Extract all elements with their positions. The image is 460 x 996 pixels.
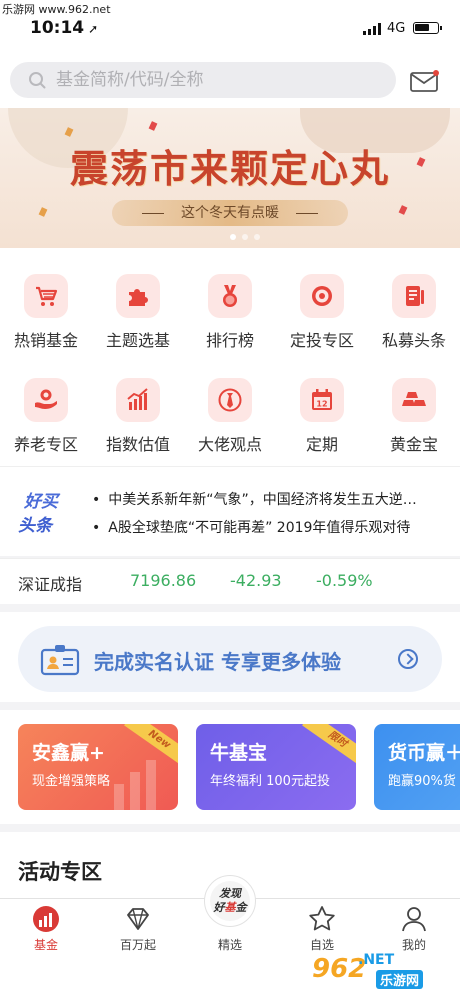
- grid-label: 指数估值: [105, 435, 170, 454]
- watermark-net: .NET: [358, 952, 395, 968]
- clock-time: 10:14: [30, 18, 85, 38]
- product-subtitle: 现金增强策略: [32, 774, 111, 789]
- banner-pagination: [230, 234, 260, 240]
- product-subtitle: 跑赢90%货: [388, 774, 456, 789]
- grid-label: 热销基金: [13, 331, 78, 350]
- battery-icon: [413, 22, 442, 34]
- confetti-shape: [38, 207, 48, 217]
- grid-label: 黄金宝: [389, 435, 438, 454]
- news-item[interactable]: A股全球垫底“不可能再差” 2019年值得乐观对待: [92, 517, 452, 537]
- tab-million[interactable]: 百万起: [92, 899, 184, 957]
- star-icon: [309, 906, 335, 931]
- diamond-icon: [127, 908, 149, 930]
- grid-item-private-news[interactable]: 私募头条: [368, 274, 460, 364]
- signal-icon: [363, 23, 381, 35]
- banner-subtitle: 这个冬天有点暖: [112, 200, 348, 226]
- page-dot: [254, 234, 260, 240]
- watermark-site: 乐游网: [376, 970, 424, 989]
- grid-item-pension[interactable]: 养老专区: [0, 378, 92, 468]
- search-icon: [29, 72, 46, 89]
- tab-label: 基金: [33, 938, 58, 952]
- page-dot: [230, 234, 236, 240]
- calendar-icon: 12: [300, 378, 344, 422]
- fund-chart-icon: [33, 906, 59, 932]
- app-screen: 乐游网 www.962.net 10:14➚ 4G 震荡市来颗定心丸 这个冬天有…: [0, 0, 460, 996]
- index-value: 7196.86: [130, 571, 197, 590]
- index-percent: -0.59%: [316, 571, 373, 590]
- search-box[interactable]: [10, 62, 396, 98]
- grid-item-hot-funds[interactable]: 热销基金: [0, 274, 92, 364]
- id-card-icon: [40, 645, 80, 676]
- grid-label: 排行榜: [205, 331, 254, 350]
- product-subtitle: 年终福利 100元起投: [210, 774, 330, 789]
- tab-fund[interactable]: 基金: [0, 899, 92, 957]
- location-arrow-icon: ➚: [88, 22, 99, 36]
- function-grid: 热销基金 主题选基 排行榜 定投专区 私募头条 养老专区 指数估值 大佬观点 1…: [0, 248, 460, 466]
- grid-item-index-valuation[interactable]: 指数估值: [92, 378, 184, 468]
- product-card[interactable]: 牛基宝 年终福利 100元起投 限时: [196, 724, 356, 810]
- page-dot: [242, 234, 248, 240]
- product-badge: 限时: [302, 724, 356, 768]
- target-icon: [300, 274, 344, 318]
- tab-label: 百万起: [119, 938, 156, 952]
- market-index[interactable]: 深证成指 7196.86 -42.93 -0.59%: [0, 558, 460, 604]
- arrow-right-icon: [398, 649, 418, 669]
- verify-button[interactable]: 完成实名认证 专享更多体验: [18, 626, 442, 692]
- grid-item-ranking[interactable]: 排行榜: [184, 274, 276, 364]
- puzzle-icon: [116, 274, 160, 318]
- banner-title: 震荡市来颗定心丸: [69, 146, 390, 191]
- grid-item-fixed-term[interactable]: 12 定期: [276, 378, 368, 468]
- gold-bar-icon: [392, 378, 436, 422]
- grid-label: 定投专区: [289, 331, 354, 350]
- section-title: 活动专区: [18, 860, 102, 884]
- tab-label: 精选: [217, 938, 242, 952]
- index-change: -42.93: [230, 571, 282, 590]
- news-logo: 好买 头条: [14, 483, 72, 541]
- grid-item-gold[interactable]: 黄金宝: [368, 378, 460, 468]
- promo-banner[interactable]: 震荡市来颗定心丸 这个冬天有点暖: [0, 108, 460, 248]
- grid-item-fixed-invest[interactable]: 定投专区: [276, 274, 368, 364]
- product-title: 安鑫赢+: [32, 742, 105, 764]
- grid-item-expert-views[interactable]: 大佬观点: [184, 378, 276, 468]
- confetti-shape: [148, 121, 158, 131]
- product-card[interactable]: 安鑫赢+ 现金增强策略 New: [18, 724, 178, 810]
- clock: 10:14 ➚: [30, 18, 98, 38]
- cart-icon: [24, 274, 68, 318]
- site-watermark: 962 .NET 乐游网: [312, 948, 454, 990]
- news-logo-line2: 头条: [18, 516, 52, 536]
- tab-featured[interactable]: 精选: [184, 899, 276, 957]
- calendar-day: 12: [316, 400, 327, 409]
- news-item[interactable]: 中美关系新年新“气象”，中国经济将发生五大逆…: [92, 489, 452, 509]
- document-icon: [392, 274, 436, 318]
- verify-text: 完成实名认证 专享更多体验: [94, 650, 341, 674]
- hand-coin-icon: [24, 378, 68, 422]
- index-name: 深证成指: [18, 575, 83, 594]
- product-carousel: 安鑫赢+ 现金增强策略 New 牛基宝 年终福利 100元起投 限时 货币赢＋ …: [0, 702, 460, 824]
- bar-chart-icon: [116, 378, 160, 422]
- verify-section: 完成实名认证 专享更多体验: [0, 604, 460, 702]
- search-input[interactable]: [56, 68, 376, 92]
- status-bar: 乐游网 www.962.net 10:14 ➚ 4G: [0, 0, 460, 50]
- grid-label: 私募头条: [381, 331, 446, 350]
- grid-label: 主题选基: [105, 331, 170, 350]
- grid-label: 养老专区: [13, 435, 78, 454]
- news-logo-line1: 好买: [24, 492, 58, 512]
- mail-icon[interactable]: [410, 70, 440, 92]
- grid-label: 定期: [305, 435, 338, 454]
- search-bar: [0, 50, 460, 108]
- medal-icon: [208, 274, 252, 318]
- product-title: 货币赢＋: [388, 742, 460, 764]
- grid-label: 大佬观点: [197, 435, 262, 454]
- news-ticker[interactable]: 好买 头条 中美关系新年新“气象”，中国经济将发生五大逆… A股全球垫底“不可能…: [0, 466, 460, 556]
- watermark-text: 乐游网 www.962.net: [2, 3, 111, 16]
- user-icon: [402, 907, 426, 932]
- confetti-shape: [398, 205, 408, 215]
- grid-item-theme-funds[interactable]: 主题选基: [92, 274, 184, 364]
- tie-icon: [208, 378, 252, 422]
- network-type: 4G: [387, 21, 406, 36]
- product-title: 牛基宝: [210, 742, 268, 764]
- growth-chart-icon: [114, 760, 156, 810]
- product-card[interactable]: 货币赢＋ 跑赢90%货: [374, 724, 460, 810]
